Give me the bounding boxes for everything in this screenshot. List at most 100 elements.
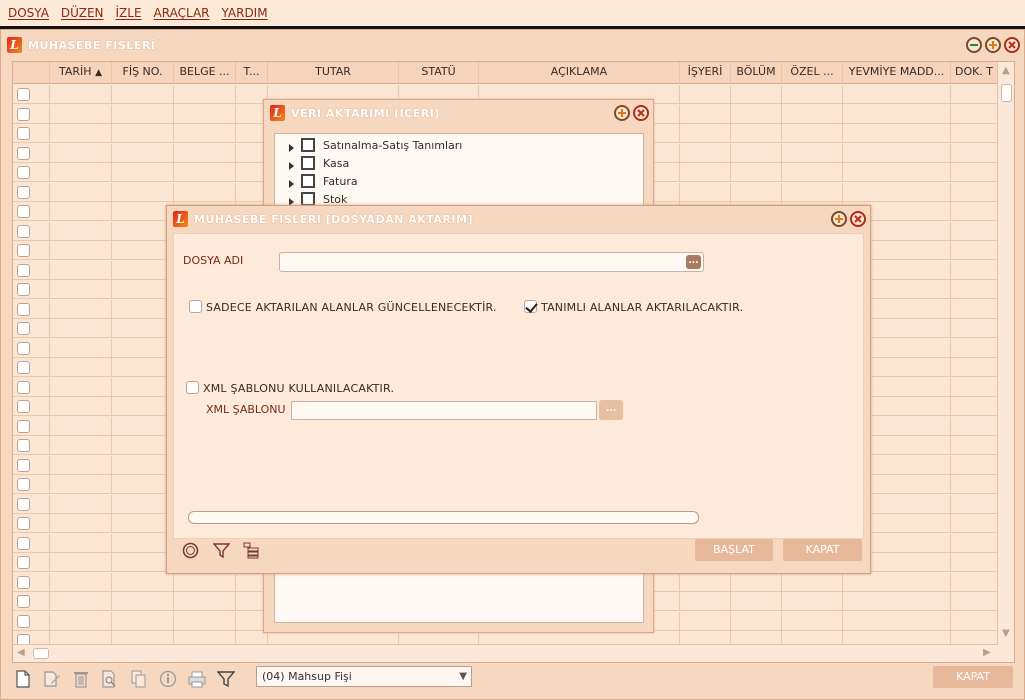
table-cell	[782, 85, 843, 104]
vertical-scrollbar[interactable]: ▲ ▼	[997, 62, 1014, 662]
tree-checkbox[interactable]	[301, 192, 315, 206]
table-cell	[13, 611, 50, 631]
table-cell	[50, 202, 112, 221]
table-cell	[174, 592, 236, 611]
scroll-down-icon[interactable]: ▼	[1002, 628, 1010, 639]
menu-duzen[interactable]: DÜZEN	[61, 6, 104, 20]
filter-icon[interactable]	[216, 669, 236, 689]
record-icon[interactable]	[182, 542, 199, 562]
table-cell	[951, 377, 998, 397]
expand-icon[interactable]	[289, 144, 294, 152]
menu-yardim[interactable]: YARDIM	[222, 6, 268, 20]
table-cell	[951, 455, 998, 475]
header-t[interactable]: T...	[236, 62, 268, 84]
delete-icon[interactable]	[71, 669, 91, 689]
table-cell	[951, 299, 998, 319]
table-cell	[13, 221, 50, 241]
table-cell	[50, 592, 112, 611]
table-cell	[50, 319, 112, 338]
edit-icon[interactable]	[42, 669, 62, 689]
header-ozel[interactable]: ÖZEL ...	[782, 62, 843, 84]
scroll-left-icon[interactable]: ◀	[17, 647, 25, 658]
tree-item[interactable]: Satınalma-Satış Tanımları	[289, 136, 462, 154]
print-icon[interactable]	[187, 669, 207, 689]
tree-item[interactable]: Fatura	[289, 172, 358, 190]
main-titlebar: L MUHASEBE FİŞLERİ	[1, 30, 1024, 60]
table-cell	[951, 182, 998, 202]
xml-template-input[interactable]	[291, 401, 597, 420]
preview-icon[interactable]	[100, 669, 120, 689]
header-dok[interactable]: DOK. T	[951, 62, 998, 84]
maximize-button[interactable]	[614, 105, 630, 121]
table-cell	[680, 592, 731, 611]
table-cell	[112, 182, 174, 202]
maximize-button[interactable]	[831, 211, 847, 227]
header-isyeri[interactable]: İŞYERİ	[680, 62, 731, 84]
table-cell	[13, 416, 50, 436]
table-cell	[50, 338, 112, 358]
header-fis-no[interactable]: FİŞ NO.	[112, 62, 174, 84]
maximize-button[interactable]	[985, 37, 1001, 53]
table-cell	[13, 241, 50, 260]
only-transferred-checkbox[interactable]	[189, 300, 202, 313]
table-cell	[50, 241, 112, 260]
dialog-close-button[interactable]: KAPAT	[783, 539, 862, 561]
tree-checkbox[interactable]	[301, 174, 315, 188]
xml-template-label: XML ŞABLONU	[206, 403, 286, 416]
table-cell	[782, 592, 843, 611]
table-cell	[951, 397, 998, 416]
tree-checkbox[interactable]	[301, 138, 315, 152]
expand-icon[interactable]	[289, 180, 294, 188]
table-cell	[112, 260, 174, 280]
xml-template-checkbox[interactable]	[186, 381, 199, 394]
scroll-right-icon[interactable]: ▶	[983, 647, 991, 658]
info-icon[interactable]	[158, 669, 178, 689]
menu-araclar[interactable]: ARAÇLAR	[154, 6, 210, 20]
table-cell	[731, 592, 782, 611]
table-cell	[13, 319, 50, 338]
table-cell	[50, 514, 112, 533]
browse-xml-button[interactable]: ...	[599, 400, 623, 420]
horizontal-scrollbar[interactable]: ◀ ▶	[13, 644, 998, 662]
tree-checkbox[interactable]	[301, 156, 315, 170]
table-cell	[680, 85, 731, 104]
close-window-button[interactable]	[1004, 37, 1020, 53]
table-cell	[174, 572, 236, 592]
sort-up-icon: ▲	[95, 68, 102, 78]
header-aciklama[interactable]: AÇIKLAMA	[479, 62, 680, 84]
filter-icon[interactable]	[212, 542, 231, 562]
chevron-down-icon: ▼	[459, 671, 467, 682]
header-tarih[interactable]: TARİH ▲	[50, 62, 112, 84]
browse-file-button[interactable]: ...	[686, 255, 701, 269]
main-close-button[interactable]: KAPAT	[933, 666, 1013, 688]
header-belge[interactable]: BELGE ...	[174, 62, 236, 84]
menu-dosya[interactable]: DOSYA	[8, 6, 49, 20]
table-cell	[50, 143, 112, 163]
tree-item[interactable]: Kasa	[289, 154, 349, 172]
copy-icon[interactable]	[129, 669, 149, 689]
table-cell	[731, 572, 782, 592]
header-yevmiye[interactable]: YEVMİYE MADD...	[843, 62, 951, 84]
list-icon[interactable]	[243, 542, 260, 562]
table-cell	[843, 85, 951, 104]
header-tutar[interactable]: TUTAR	[268, 62, 399, 84]
close-dialog-button[interactable]	[633, 105, 649, 121]
close-dialog-button[interactable]	[850, 211, 866, 227]
menu-izle[interactable]: İZLE	[116, 6, 142, 20]
fiche-type-select[interactable]: (04) Mahsup Fişi ▼	[256, 666, 472, 687]
table-cell	[951, 436, 998, 455]
new-document-icon[interactable]	[13, 669, 33, 689]
vertical-scroll-thumb[interactable]	[1001, 84, 1012, 102]
table-cell	[843, 104, 951, 124]
start-button[interactable]: BAŞLAT	[695, 539, 773, 561]
defined-fields-checkbox[interactable]	[524, 300, 537, 313]
header-bolum[interactable]: BÖLÜM	[731, 62, 782, 84]
header-statu[interactable]: STATÜ	[399, 62, 479, 84]
scroll-up-icon[interactable]: ▲	[1002, 65, 1010, 76]
file-name-input[interactable]	[279, 252, 704, 272]
table-cell	[50, 163, 112, 182]
minimize-button[interactable]	[966, 37, 982, 53]
table-cell	[13, 455, 50, 475]
expand-icon[interactable]	[289, 162, 294, 170]
horizontal-scroll-thumb[interactable]	[33, 648, 49, 659]
